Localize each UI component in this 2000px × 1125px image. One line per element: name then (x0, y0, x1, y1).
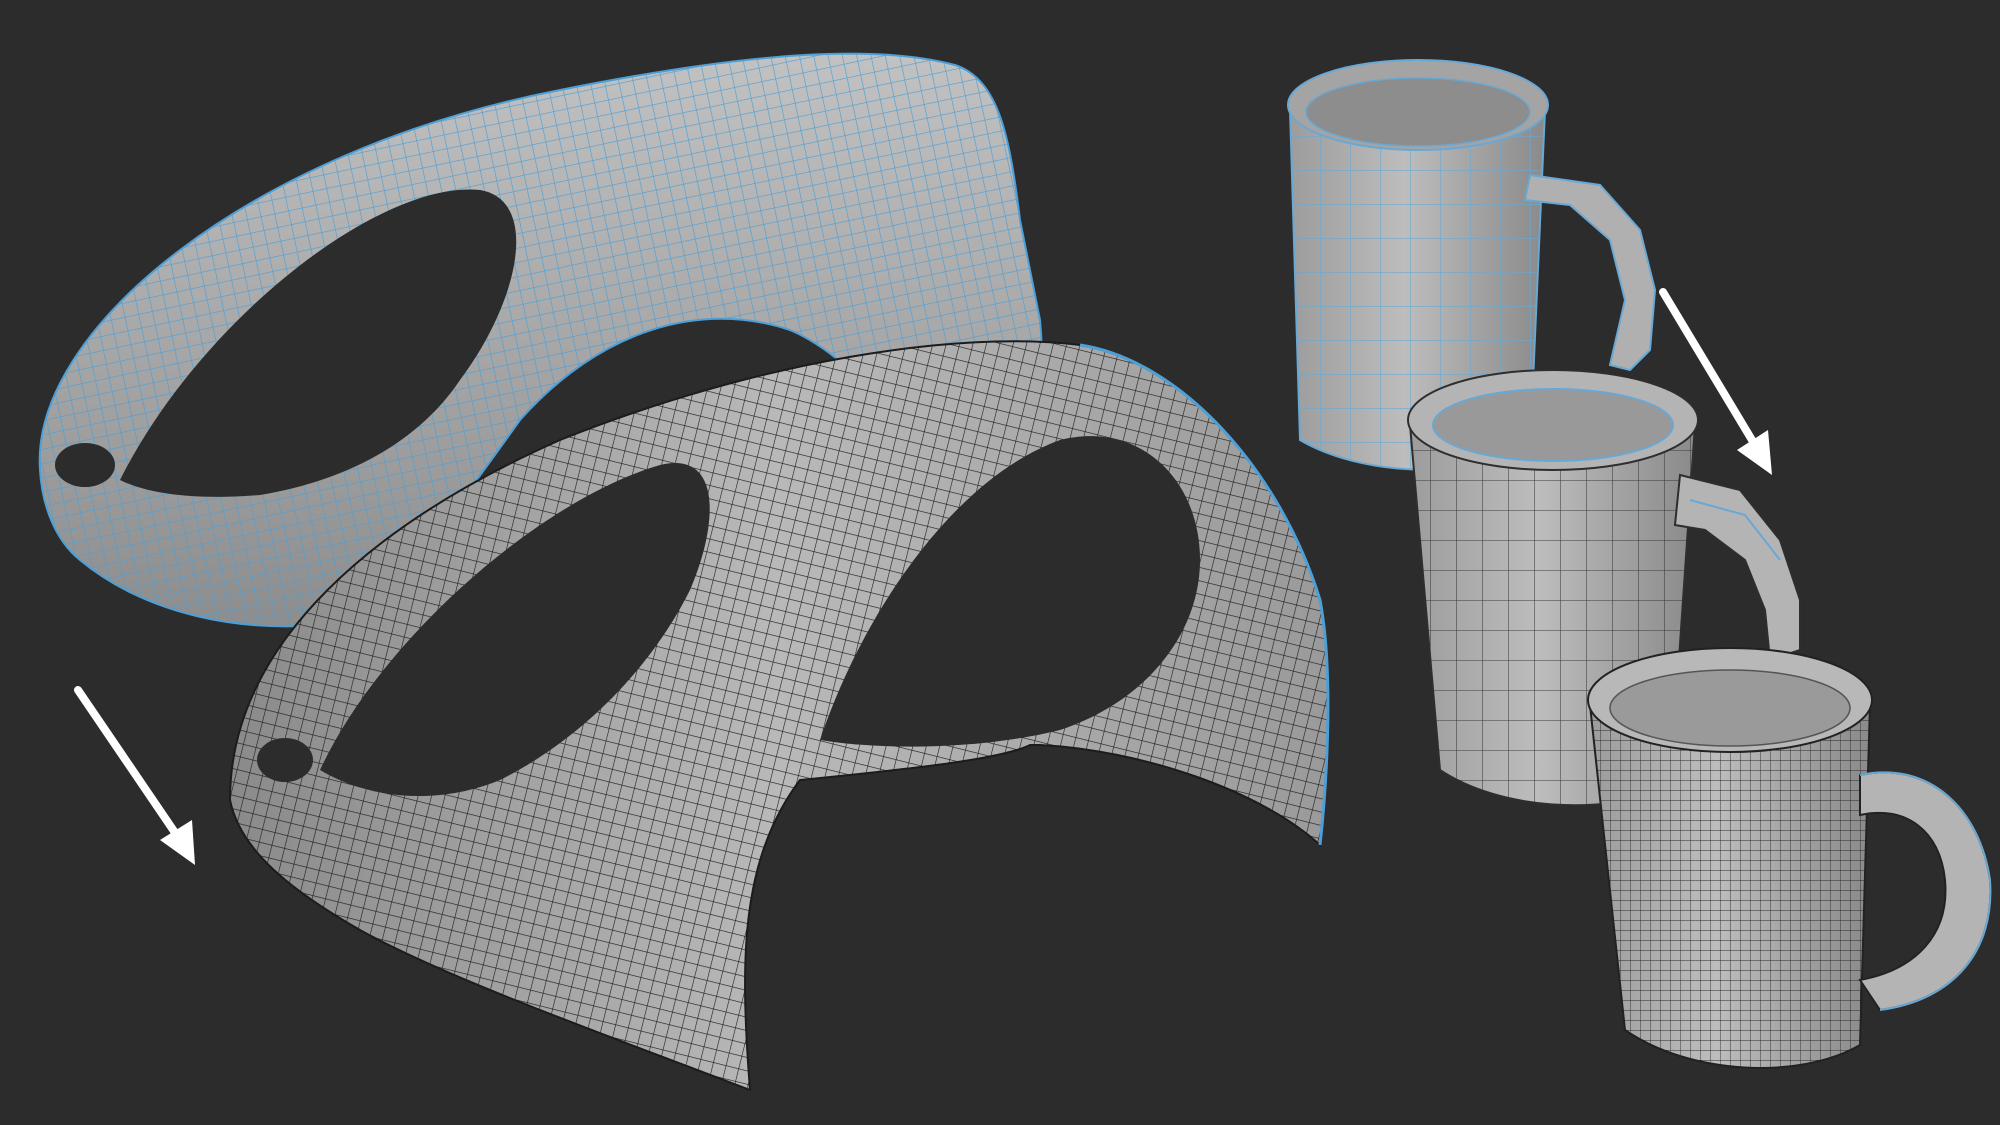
arrow-left (74, 686, 195, 865)
mug-smoothed (1587, 647, 1992, 1069)
arrow-down-right-icon (160, 820, 195, 865)
viewport-3d-scene (38, 52, 1992, 1092)
